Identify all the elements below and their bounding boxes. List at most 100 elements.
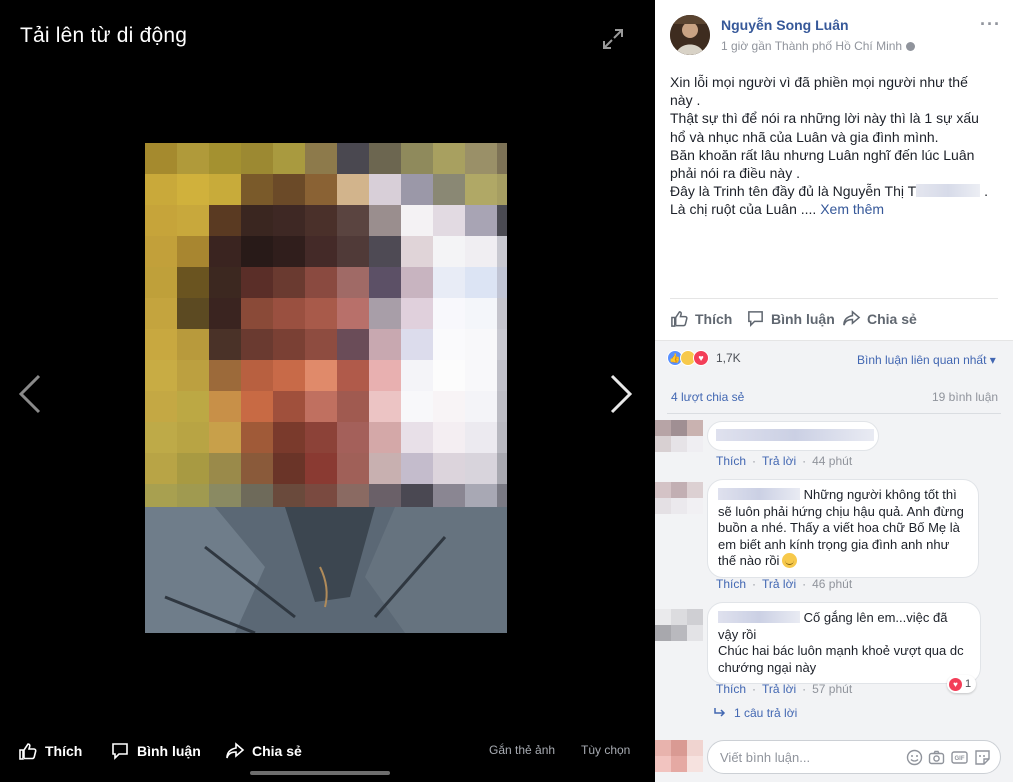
- mosaic-pixel: [369, 267, 401, 298]
- more-horizontal-icon[interactable]: ···: [980, 14, 1001, 35]
- comment-reaction-badge[interactable]: ♥ 1: [947, 675, 977, 693]
- separator: ·: [752, 577, 757, 591]
- mosaic-pixel: [433, 143, 465, 174]
- avatar-image: [670, 15, 710, 55]
- mosaic-pixel: [433, 298, 465, 329]
- camera-icon[interactable]: [928, 749, 945, 766]
- viewer-comment-button[interactable]: Bình luận: [110, 741, 201, 761]
- separator: ·: [752, 682, 757, 696]
- write-comment-box: GIF: [707, 740, 1001, 774]
- viewer-like-button[interactable]: Thích: [18, 741, 82, 761]
- comment-reply-link[interactable]: Trả lời: [762, 454, 796, 468]
- comment-meta: Thích · Trả lời · 57 phút: [716, 682, 852, 696]
- viewer-share-button[interactable]: Chia sẻ: [225, 741, 302, 761]
- divider: [670, 298, 998, 299]
- mosaic-pixel: [369, 391, 401, 422]
- mosaic-pixel: [401, 391, 433, 422]
- mosaic-pixel: [401, 174, 433, 205]
- pixelated-face: [145, 143, 507, 515]
- author-name[interactable]: Nguyễn Song Luân: [721, 17, 849, 33]
- mosaic-pixel: [177, 391, 209, 422]
- mosaic-pixel: [241, 360, 273, 391]
- comment-reply-link[interactable]: Trả lời: [762, 577, 796, 591]
- post-line: Thật sự thì để nói ra những lời này thì …: [670, 110, 979, 127]
- comment-line: vậy rồi: [718, 626, 757, 642]
- post-line-text: Đây là Trinh tên đầy đủ là Nguyễn Thị T: [670, 183, 917, 200]
- blurred-commenter-name[interactable]: [718, 488, 800, 500]
- comment-text: thế nào rồi: [718, 553, 780, 568]
- author-avatar[interactable]: [670, 15, 710, 55]
- mosaic-pixel: [465, 453, 497, 484]
- gif-icon[interactable]: GIF: [951, 749, 968, 766]
- mosaic-pixel: [369, 298, 401, 329]
- comment-line: sẽ luôn phải hứng chịu hậu quả. Anh đừng: [718, 503, 964, 519]
- mosaic-pixel: [465, 422, 497, 453]
- mosaic-pixel: [209, 205, 241, 236]
- comment-button[interactable]: Bình luận: [746, 309, 835, 328]
- mosaic-pixel: [497, 453, 507, 484]
- mosaic-pixel: [337, 143, 369, 174]
- options-link[interactable]: Tùy chọn: [581, 743, 630, 757]
- chevron-right-icon[interactable]: [606, 372, 636, 416]
- commenter-avatar[interactable]: [655, 482, 703, 514]
- mosaic-pixel: [241, 422, 273, 453]
- commenter-avatar[interactable]: [655, 420, 703, 452]
- like-button[interactable]: Thích: [670, 309, 732, 328]
- mosaic-pixel: [177, 422, 209, 453]
- shares-link[interactable]: 4 lượt chia sẻ: [671, 390, 744, 404]
- separator: ·: [802, 577, 807, 591]
- pixelated-photo: [145, 143, 507, 633]
- sticker-icon[interactable]: [974, 749, 991, 766]
- chevron-left-icon[interactable]: [15, 372, 45, 416]
- love-reaction-icon: ♥: [693, 350, 709, 366]
- mosaic-pixel: [305, 174, 337, 205]
- mosaic-pixel: [433, 329, 465, 360]
- mosaic-pixel: [401, 453, 433, 484]
- post-time-location[interactable]: 1 giờ gần Thành phố Hồ Chí Minh: [721, 39, 902, 53]
- mosaic-pixel: [465, 205, 497, 236]
- expand-icon[interactable]: [601, 27, 625, 51]
- post-line: Xin lỗi mọi người vì đã phiền mọi người …: [670, 74, 968, 90]
- comment-time[interactable]: 57 phút: [812, 682, 852, 696]
- reaction-count: 1,7K: [716, 351, 741, 365]
- comment-reply-link[interactable]: Trả lời: [762, 682, 796, 696]
- smile-emoji-icon: [782, 553, 798, 568]
- blurred-commenter-name[interactable]: [716, 429, 874, 441]
- mosaic-pixel: [497, 267, 507, 298]
- mosaic-pixel: [177, 360, 209, 391]
- viewer-scrollbar[interactable]: [250, 771, 390, 775]
- comment-like-link[interactable]: Thích: [716, 577, 746, 591]
- mosaic-pixel: [145, 298, 177, 329]
- mosaic-pixel: [241, 329, 273, 360]
- comment-bubble: Những người không tốt thì sẽ luôn phải h…: [707, 479, 979, 578]
- mosaic-pixel: [177, 453, 209, 484]
- viewer-share-label: Chia sẻ: [252, 743, 302, 759]
- mosaic-pixel: [337, 360, 369, 391]
- mosaic-pixel: [337, 205, 369, 236]
- mosaic-pixel: [433, 236, 465, 267]
- comment-text: Cố gắng lên em...việc đã: [803, 610, 948, 625]
- write-comment-input[interactable]: [720, 741, 890, 773]
- commenter-avatar[interactable]: [655, 609, 703, 641]
- comment-time[interactable]: 44 phút: [812, 454, 852, 468]
- mosaic-pixel: [305, 360, 337, 391]
- post-line: Đây là Trinh tên đầy đủ là Nguyễn Thị T …: [670, 182, 1005, 200]
- tag-photo-link[interactable]: Gắn thẻ ảnh: [489, 743, 555, 757]
- emoji-icon[interactable]: [906, 749, 923, 766]
- see-more-link[interactable]: Xem thêm: [820, 201, 884, 217]
- comment-sort-dropdown[interactable]: Bình luận liên quan nhất ▾: [857, 353, 996, 367]
- mosaic-pixel: [401, 298, 433, 329]
- comments-count-link[interactable]: 19 bình luận: [932, 390, 998, 404]
- view-replies-link[interactable]: 1 câu trả lời: [714, 706, 797, 720]
- comment-like-link[interactable]: Thích: [716, 454, 746, 468]
- reaction-summary[interactable]: 👍 ♥ 1,7K: [667, 350, 741, 366]
- comment-like-link[interactable]: Thích: [716, 682, 746, 696]
- replies-label: 1 câu trả lời: [734, 706, 798, 720]
- blurred-commenter-name[interactable]: [718, 611, 800, 623]
- mosaic-pixel: [369, 329, 401, 360]
- mosaic-pixel: [177, 143, 209, 174]
- caret-down-icon: ▾: [989, 353, 996, 367]
- mosaic-pixel: [337, 329, 369, 360]
- comment-time[interactable]: 46 phút: [812, 577, 852, 591]
- share-button[interactable]: Chia sẻ: [842, 309, 917, 328]
